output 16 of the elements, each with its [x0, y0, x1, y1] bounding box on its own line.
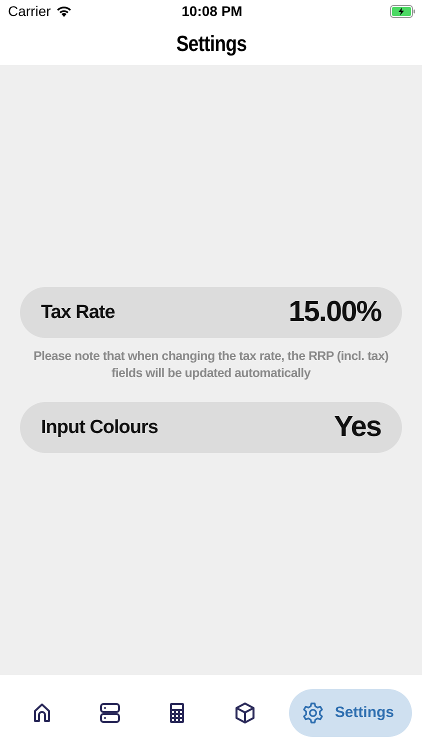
setting-row[interactable]: Input Colours Yes — [20, 402, 402, 453]
settings-icon — [300, 700, 325, 724]
setting-value: 15.00% — [288, 296, 381, 329]
setting-note: Please note that when changing the tax rate, the RRP (incl. tax) fields will be updated automatically — [32, 348, 390, 382]
carrier-name: Carrier — [8, 3, 51, 19]
setting-label: Input Colours — [41, 416, 158, 438]
battery-icon — [390, 4, 416, 18]
setting-value: Yes — [334, 411, 381, 444]
setting-row[interactable]: Tax Rate 15.00% — [20, 287, 402, 338]
clock-time: 10:08 PM — [182, 3, 242, 19]
server-icon — [98, 700, 122, 724]
wifi-icon — [56, 5, 72, 17]
cube-icon — [233, 700, 258, 724]
setting-label: Tax Rate — [41, 302, 115, 324]
tab[interactable]: Settings — [288, 688, 412, 736]
page-title: Settings — [176, 30, 246, 56]
